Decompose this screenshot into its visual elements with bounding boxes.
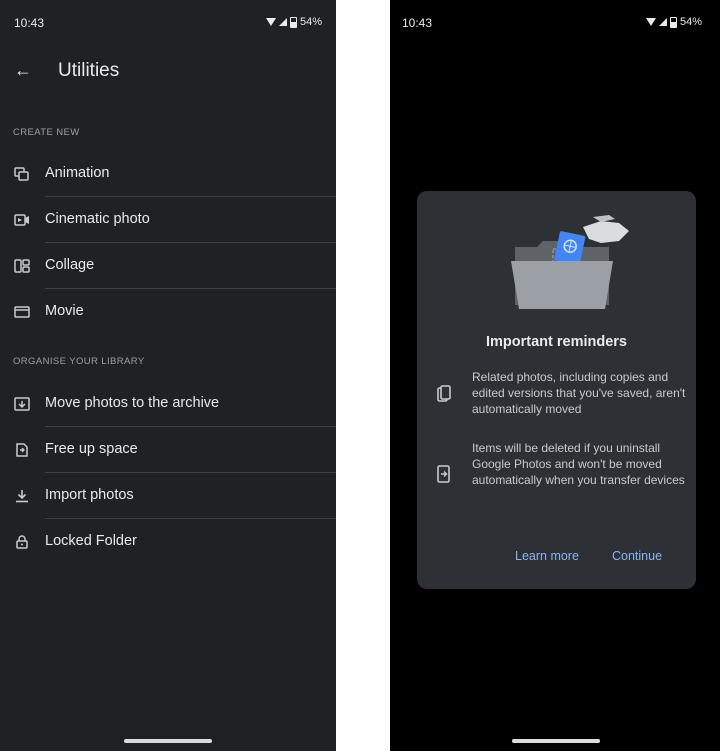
section-header-organise-library: ORGANISE YOUR LIBRARY: [13, 356, 145, 367]
copies-icon: [437, 385, 451, 403]
divider: [45, 518, 336, 519]
utility-item-label: Free up space: [45, 441, 138, 457]
learn-more-button[interactable]: Learn more: [515, 549, 579, 563]
utility-item-label: Import photos: [45, 487, 134, 503]
battery-icon: [289, 16, 297, 28]
battery-percent: 54%: [299, 16, 322, 28]
movie-icon: [14, 305, 30, 319]
dialog-title: Important reminders: [486, 334, 627, 350]
section-header-create-new: CREATE NEW: [13, 127, 80, 138]
utility-item-label: Move photos to the archive: [45, 395, 220, 411]
collage-icon: [14, 259, 30, 273]
wifi-icon: [645, 18, 656, 26]
utility-item-move-to-archive[interactable]: Move photos to the archive: [0, 385, 336, 425]
utility-item-import-photos[interactable]: Import photos: [0, 477, 336, 517]
utility-item-animation[interactable]: Animation: [0, 155, 336, 195]
animation-icon: [14, 167, 30, 181]
battery-icon: [669, 16, 677, 28]
status-icons: 54%: [645, 16, 702, 28]
cinematic-photo-icon: [14, 213, 30, 227]
utilities-screen: 10:43 54% ← Utilities CREATE NEW Animati…: [0, 0, 336, 751]
utility-item-label: Collage: [45, 257, 95, 273]
app-bar: ← Utilities: [0, 58, 336, 90]
divider: [45, 472, 336, 473]
download-icon: [14, 489, 30, 503]
folder-illustration: [511, 215, 629, 309]
signal-icon: [658, 18, 667, 26]
signal-icon: [278, 18, 287, 26]
wifi-icon: [265, 18, 276, 26]
utility-item-collage[interactable]: Collage: [0, 247, 336, 287]
utility-item-label: Animation: [45, 165, 110, 181]
status-bar: 10:43 54%: [402, 14, 702, 34]
reminder-uninstall-warning: Items will be deleted if you uninstall G…: [472, 441, 685, 487]
reminder-related-photos: Related photos, including copies and edi…: [472, 370, 686, 416]
gesture-nav-bar[interactable]: [124, 739, 212, 743]
divider: [45, 242, 336, 243]
divider: [45, 196, 336, 197]
archive-icon: [14, 397, 30, 411]
transfer-device-icon: [437, 465, 451, 483]
utility-item-cinematic-photo[interactable]: Cinematic photo: [0, 201, 336, 241]
back-arrow-icon[interactable]: ←: [14, 60, 32, 81]
continue-button[interactable]: Continue: [612, 549, 662, 563]
utility-item-label: Cinematic photo: [45, 211, 150, 227]
divider: [45, 426, 336, 427]
utility-item-free-up-space[interactable]: Free up space: [0, 431, 336, 471]
utility-item-movie[interactable]: Movie: [0, 293, 336, 333]
status-icons: 54%: [265, 16, 322, 28]
lock-icon: [14, 535, 30, 549]
free-up-space-icon: [14, 443, 30, 457]
page-title: Utilities: [58, 60, 120, 81]
divider: [45, 288, 336, 289]
gesture-nav-bar[interactable]: [512, 739, 600, 743]
utility-item-label: Movie: [45, 303, 84, 319]
status-time: 10:43: [14, 16, 45, 30]
important-reminders-dialog: Important reminders Related photos, incl…: [417, 191, 696, 589]
status-bar: 10:43 54%: [14, 14, 322, 34]
utility-item-label: Locked Folder: [45, 533, 137, 549]
utility-item-locked-folder[interactable]: Locked Folder: [0, 523, 336, 563]
battery-percent: 54%: [679, 16, 702, 28]
status-time: 10:43: [402, 16, 433, 30]
important-reminders-screen: 10:43 54% Important reminders Related ph…: [390, 0, 720, 751]
